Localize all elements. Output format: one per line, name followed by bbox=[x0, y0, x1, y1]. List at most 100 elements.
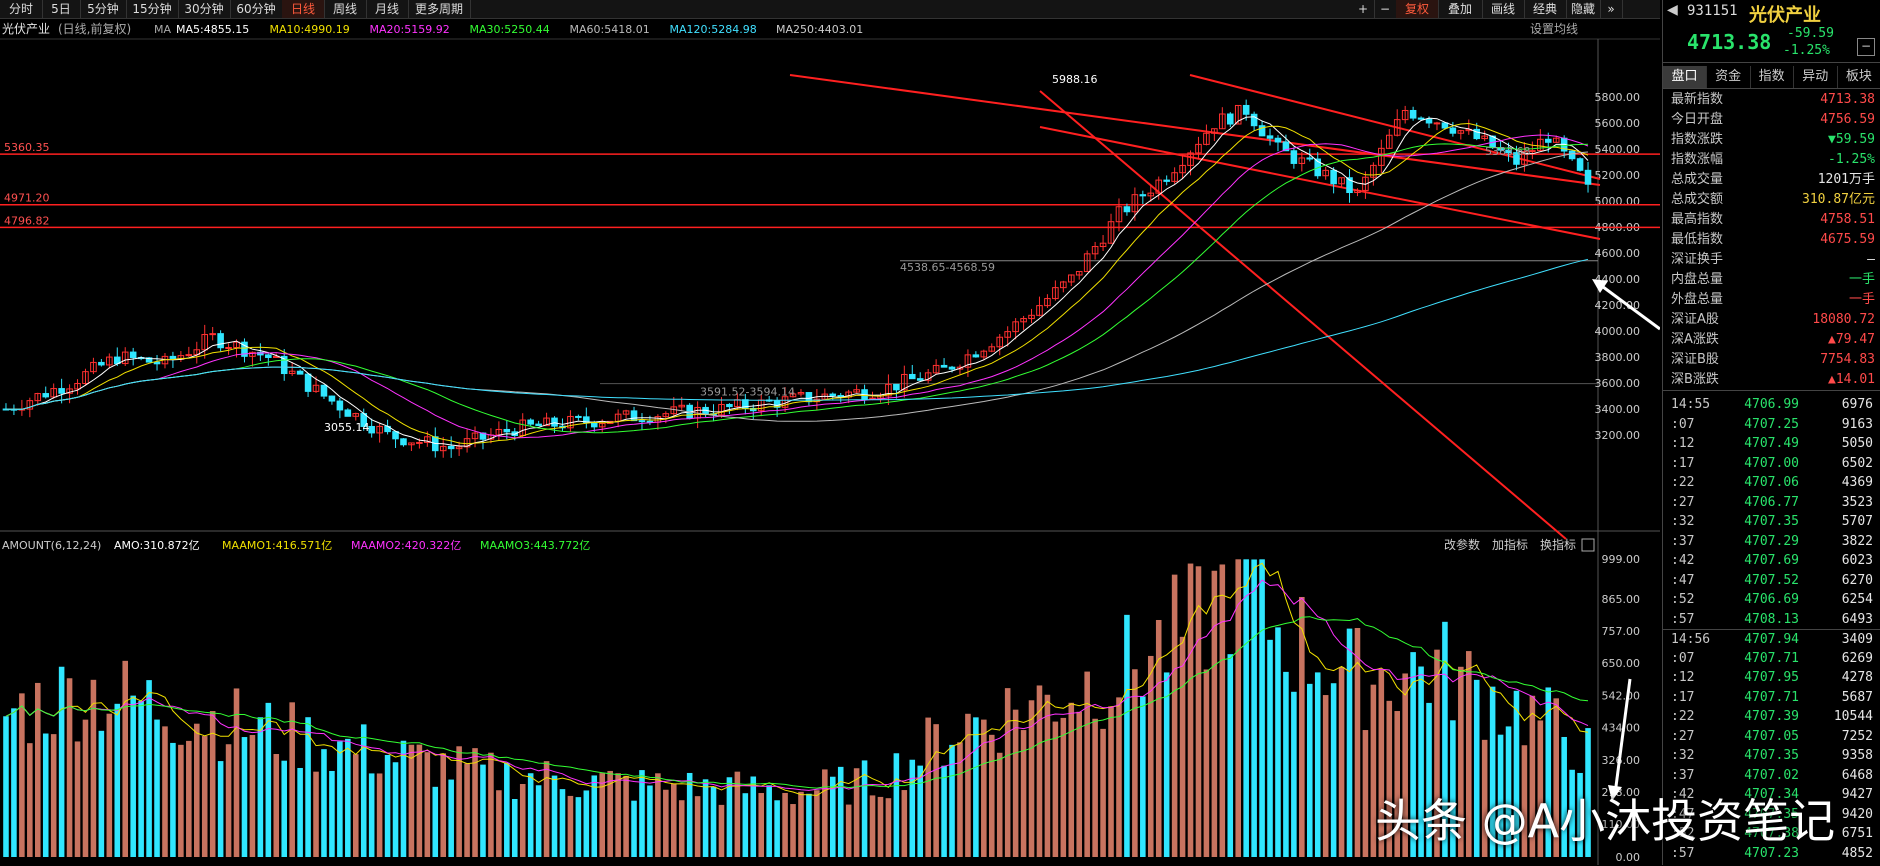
stat-label: 最新指数 bbox=[1671, 92, 1724, 107]
volume-tick: 542.00 bbox=[1602, 689, 1641, 702]
index-price: 4713.38 bbox=[1687, 30, 1772, 54]
stat-row: 深证A股 18080.72 bbox=[1663, 310, 1880, 330]
volume-bar bbox=[519, 783, 526, 857]
volume-bar bbox=[1227, 654, 1234, 857]
toolbar-button[interactable]: 隐藏 bbox=[1566, 0, 1601, 18]
period-tab[interactable]: 5分钟 bbox=[80, 0, 127, 18]
panel-tabs: 盘口 资金 指数 异动 板块 bbox=[1663, 66, 1880, 89]
tick-volume: 3409 bbox=[1841, 632, 1873, 647]
period-tab[interactable]: 5日 bbox=[42, 0, 81, 18]
candle-body bbox=[209, 333, 216, 336]
volume-bar bbox=[305, 717, 311, 857]
tick-volume: 4369 bbox=[1841, 475, 1873, 490]
volume-bar bbox=[384, 754, 391, 857]
volume-bar bbox=[1084, 671, 1090, 857]
volume-bar bbox=[647, 785, 653, 857]
volume-bar bbox=[1012, 709, 1019, 857]
panel-tab[interactable]: 盘口 bbox=[1663, 66, 1707, 88]
tick-volume: 10544 bbox=[1833, 709, 1873, 724]
period-tab[interactable]: 月线 bbox=[366, 0, 409, 18]
stat-label: 深证B股 bbox=[1671, 352, 1719, 367]
collapse-button[interactable]: − bbox=[1857, 38, 1875, 56]
panel-tab[interactable]: 板块 bbox=[1837, 66, 1880, 88]
stat-row: 深B涨跌 ▲14.01 bbox=[1663, 370, 1880, 390]
period-tab[interactable]: 30分钟 bbox=[178, 0, 231, 18]
stat-value: 一手 bbox=[1848, 272, 1875, 287]
volume-bar bbox=[1140, 696, 1146, 857]
toolbar-button[interactable]: + bbox=[1352, 0, 1375, 18]
volume-bar bbox=[973, 717, 979, 857]
volume-bar bbox=[1267, 639, 1273, 857]
candle-body bbox=[1544, 138, 1552, 143]
volume-bar bbox=[329, 770, 335, 857]
volume-bar bbox=[925, 717, 931, 857]
panel-tab[interactable]: 资金 bbox=[1707, 66, 1751, 88]
candle-body bbox=[638, 420, 646, 423]
volume-bar bbox=[615, 773, 621, 857]
volume-bar bbox=[193, 723, 200, 857]
stat-label: 总成交量 bbox=[1671, 172, 1724, 187]
tick-row: 14:56 4707.94 3409 bbox=[1663, 629, 1880, 650]
nav-icon[interactable]: ◀ bbox=[1667, 2, 1678, 18]
stat-value: 18080.72 bbox=[1812, 312, 1875, 327]
toolbar-button[interactable]: − bbox=[1374, 0, 1397, 18]
toolbar-button[interactable]: » bbox=[1600, 0, 1623, 18]
tick-row: :52 4706.69 6254 bbox=[1663, 590, 1880, 610]
volume-bar bbox=[400, 740, 407, 857]
candle-body bbox=[185, 354, 193, 357]
stat-row: 深证换手 — bbox=[1663, 250, 1880, 270]
volume-bar bbox=[1132, 669, 1138, 857]
kline-chart[interactable]: 光伏产业 (日线,前复权) MA MA5:4855.15 MA10:4990.19 MA2… bbox=[0, 19, 1660, 865]
toolbar-button[interactable]: 经典 bbox=[1524, 0, 1567, 18]
panel-tab[interactable]: 指数 bbox=[1750, 66, 1795, 88]
tick-volume: 9358 bbox=[1841, 748, 1873, 763]
period-tab[interactable]: 15分钟 bbox=[126, 0, 179, 18]
ma-value: MA120:5284.98 bbox=[670, 23, 757, 36]
period-tab[interactable]: 更多周期 bbox=[408, 0, 471, 18]
tick-price: 4707.00 bbox=[1744, 455, 1799, 471]
stat-value: 4758.51 bbox=[1820, 212, 1875, 227]
volume-bar bbox=[535, 785, 542, 857]
stat-label: 指数涨跌 bbox=[1671, 132, 1724, 147]
tick-row: :22 4707.06 4369 bbox=[1663, 473, 1880, 493]
toolbar-button[interactable]: 画线 bbox=[1482, 0, 1525, 18]
volume-bar bbox=[814, 790, 820, 857]
tick-time: 14:56 bbox=[1671, 632, 1711, 647]
tick-volume: 6751 bbox=[1841, 826, 1873, 841]
tick-time: :32 bbox=[1671, 748, 1695, 763]
period-tab[interactable]: 60分钟 bbox=[230, 0, 283, 18]
tick-time: :12 bbox=[1671, 436, 1695, 451]
tick-volume: 6269 bbox=[1841, 650, 1873, 666]
stat-label: 深证A股 bbox=[1671, 312, 1719, 327]
volume-bar bbox=[19, 693, 25, 857]
volume-bar bbox=[98, 730, 105, 857]
panel-tab[interactable]: 异动 bbox=[1794, 66, 1838, 88]
volume-ma-value: MAAMO2:420.322亿 bbox=[351, 539, 461, 552]
volume-bar bbox=[949, 744, 955, 857]
tick-row: :17 4707.00 6502 bbox=[1663, 454, 1880, 474]
candle-body bbox=[153, 361, 161, 365]
period-tab[interactable]: 分时 bbox=[0, 0, 43, 18]
volume-ma-value: AMO:310.872亿 bbox=[114, 539, 200, 552]
volume-bar bbox=[50, 734, 57, 857]
volume-bar bbox=[782, 792, 788, 857]
stat-label: 总成交额 bbox=[1671, 192, 1724, 207]
period-tab[interactable]: 日线 bbox=[282, 0, 325, 18]
toolbar-button[interactable]: 叠加 bbox=[1438, 0, 1483, 18]
candle-body bbox=[265, 354, 272, 358]
period-tab[interactable]: 周线 bbox=[324, 0, 367, 18]
tick-volume: 5050 bbox=[1841, 436, 1873, 451]
ma-line bbox=[5, 116, 1589, 447]
volume-bar bbox=[806, 793, 812, 857]
stat-value: 4675.59 bbox=[1820, 232, 1875, 247]
tick-row: 14:55 4706.99 6976 bbox=[1663, 395, 1880, 415]
candle-body bbox=[296, 370, 304, 375]
candle-body bbox=[908, 373, 916, 380]
volume-bar bbox=[988, 734, 995, 857]
volume-bar bbox=[74, 741, 81, 857]
toolbar-button[interactable]: 复权 bbox=[1396, 0, 1439, 18]
volume-button: 换指标 bbox=[1540, 537, 1576, 552]
volume-bar bbox=[1020, 730, 1027, 857]
trend-line bbox=[1189, 74, 1601, 180]
candle-body bbox=[98, 361, 105, 366]
